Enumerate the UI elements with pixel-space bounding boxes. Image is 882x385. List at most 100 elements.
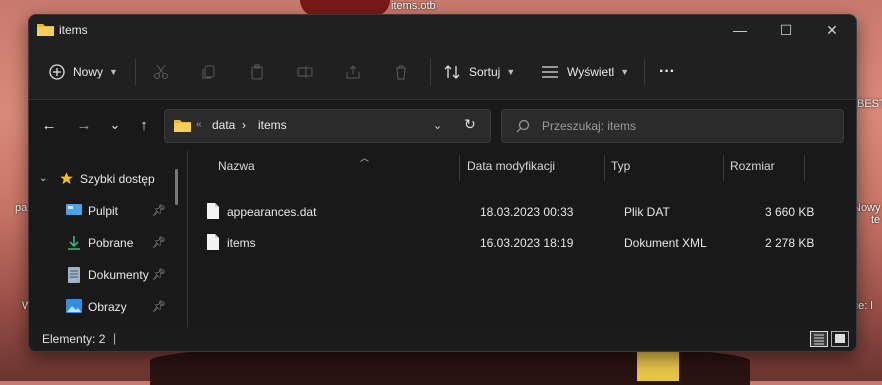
navigation-pane: ⌄ Szybki dostęp Pulpit 📌︎ Pobrane 📌︎ Dok — [29, 151, 188, 327]
column-header-size[interactable]: Rozmiar — [730, 159, 775, 183]
desktop-icon — [66, 204, 82, 220]
close-button[interactable]: ✕ — [809, 15, 855, 45]
copy-icon[interactable] — [197, 60, 221, 84]
back-button[interactable]: ← — [38, 114, 60, 136]
details-view-icon — [814, 334, 824, 345]
chevron-down-icon: ▼ — [506, 67, 516, 77]
desktop-folder-icon[interactable] — [637, 352, 679, 381]
search-icon — [516, 119, 530, 138]
column-divider[interactable] — [604, 155, 605, 181]
sidebar-item-label: Pobrane — [88, 236, 134, 250]
new-button[interactable]: Nowy ▼ — [49, 55, 118, 89]
sort-button-label: Sortuj — [469, 65, 501, 79]
sidebar-item-pictures[interactable]: Obrazy 📌︎ — [29, 293, 179, 321]
sort-ascending-icon: ︿ — [360, 153, 370, 163]
status-bar: Elementy: 2 | — [29, 327, 856, 351]
column-divider[interactable] — [723, 155, 724, 181]
folder-icon — [174, 118, 191, 137]
table-row[interactable]: items 16.03.2023 18:19 Dokument XML 2 27… — [203, 230, 823, 256]
view-button[interactable]: Wyświetl ▼ — [541, 55, 629, 89]
chevron-down-icon[interactable]: ⌄ — [39, 173, 47, 184]
file-name: appearances.dat — [227, 205, 317, 219]
desktop-icon-label[interactable]: Nowy — [853, 202, 881, 214]
toolbar-divider — [430, 59, 431, 85]
column-header-modified[interactable]: Data modyfikacji — [467, 159, 555, 183]
view-button-label: Wyświetl — [567, 65, 615, 79]
desktop-icon-label[interactable]: pa — [15, 202, 27, 214]
desktop-icon-label[interactable]: BEST — [857, 98, 882, 110]
desktop-icon-label[interactable]: te — [871, 214, 880, 226]
forward-button[interactable]: → — [73, 114, 95, 136]
tiles-view-icon — [835, 334, 845, 343]
details-view-button[interactable] — [810, 331, 828, 347]
sidebar-item-quick-access[interactable]: ⌄ Szybki dostęp — [29, 165, 179, 193]
breadcrumb-separator-icon: › — [242, 118, 246, 132]
delete-icon[interactable] — [389, 60, 413, 84]
file-type: Plik DAT — [624, 205, 670, 219]
view-list-icon — [542, 66, 558, 78]
file-list: ︿ Nazwa Data modyfikacji Typ Rozmiar app… — [188, 151, 856, 327]
maximize-button[interactable]: ☐ — [763, 15, 809, 45]
file-name: items — [227, 236, 256, 250]
file-type: Dokument XML — [624, 236, 707, 250]
file-modified: 18.03.2023 00:33 — [480, 205, 574, 219]
file-modified: 16.03.2023 18:19 — [480, 236, 574, 250]
sidebar-item-documents[interactable]: Dokumenty 📌︎ — [29, 261, 179, 289]
chevron-down-icon: ▼ — [109, 67, 118, 77]
image-icon — [66, 299, 82, 316]
sort-button[interactable]: Sortuj ▼ — [443, 55, 515, 89]
sort-icon — [444, 65, 460, 79]
column-divider[interactable] — [804, 155, 805, 181]
breadcrumb-data[interactable]: data — [212, 118, 235, 132]
folder-icon — [37, 22, 54, 41]
rename-icon[interactable] — [293, 60, 317, 84]
sidebar-item-label: Dokumenty — [88, 268, 149, 282]
plus-circle-icon — [49, 64, 65, 80]
column-header-name[interactable]: Nazwa — [218, 159, 255, 183]
file-explorer-window: items — ☐ ✕ Nowy ▼ Sortuj ▼ Wyświetl ▼ ·… — [28, 14, 857, 352]
desktop-file-label[interactable]: items.otb — [391, 0, 436, 12]
window-title: items — [59, 23, 88, 37]
file-size: 2 278 KB — [765, 236, 815, 250]
up-button[interactable]: ↑ — [133, 114, 155, 136]
breadcrumb-items[interactable]: items — [258, 118, 287, 132]
title-bar[interactable]: items — ☐ ✕ — [29, 15, 856, 45]
paste-icon[interactable] — [245, 60, 269, 84]
command-bar: Nowy ▼ Sortuj ▼ Wyświetl ▼ ··· — [29, 45, 856, 100]
table-row[interactable]: appearances.dat 18.03.2023 00:33 Plik DA… — [203, 199, 823, 225]
download-icon — [67, 235, 81, 254]
sidebar-item-label: Szybki dostęp — [80, 172, 155, 186]
file-size: 3 660 KB — [765, 205, 815, 219]
file-icon — [207, 234, 219, 253]
breadcrumb-overflow-icon[interactable]: « — [196, 119, 202, 130]
share-icon[interactable] — [341, 60, 365, 84]
status-divider: | — [113, 331, 117, 345]
address-dropdown-icon[interactable]: ⌄ — [433, 119, 442, 132]
tiles-view-button[interactable] — [831, 331, 849, 347]
sidebar-item-desktop[interactable]: Pulpit 📌︎ — [29, 197, 179, 225]
recent-locations-button[interactable]: ⌄ — [104, 114, 126, 136]
file-icon — [207, 203, 219, 222]
document-icon — [68, 267, 80, 286]
column-header-type[interactable]: Typ — [611, 159, 630, 183]
address-bar[interactable]: « data › items ⌄ ↻ — [164, 109, 491, 143]
pin-icon: 📌︎ — [152, 237, 166, 249]
search-placeholder: Przeszukaj: items — [542, 119, 637, 133]
search-box[interactable]: Przeszukaj: items — [501, 109, 844, 143]
refresh-button[interactable]: ↻ — [464, 116, 476, 133]
pin-icon: 📌︎ — [152, 205, 166, 217]
sidebar-item-label: Obrazy — [88, 300, 127, 314]
toolbar-divider — [135, 59, 136, 85]
pin-icon: 📌︎ — [152, 269, 166, 281]
chevron-down-icon: ▼ — [620, 67, 630, 77]
more-options-button[interactable]: ··· — [659, 55, 675, 89]
new-button-label: Nowy — [73, 65, 104, 79]
toolbar-divider — [644, 59, 645, 85]
sidebar-item-label: Pulpit — [88, 204, 119, 218]
cut-icon[interactable] — [149, 60, 173, 84]
minimize-button[interactable]: — — [717, 15, 763, 45]
column-divider[interactable] — [459, 155, 460, 181]
item-count: Elementy: 2 — [42, 332, 106, 346]
star-icon — [59, 171, 74, 189]
sidebar-item-downloads[interactable]: Pobrane 📌︎ — [29, 229, 179, 257]
